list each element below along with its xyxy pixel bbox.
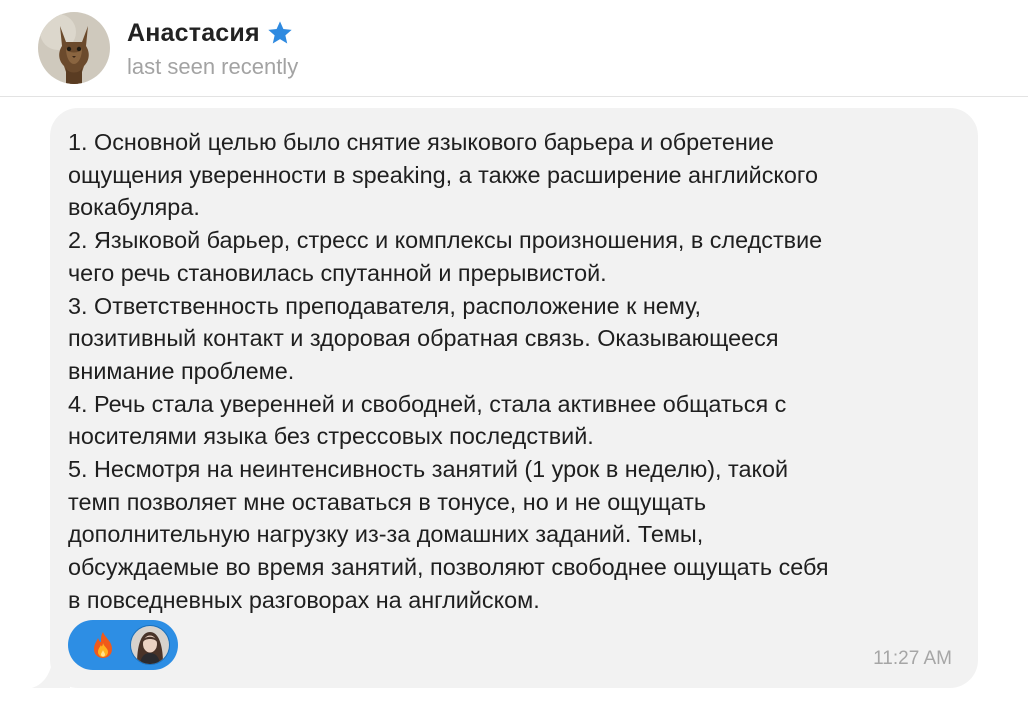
star-icon bbox=[268, 21, 292, 44]
contact-avatar[interactable] bbox=[38, 12, 110, 84]
user-avatar-icon bbox=[130, 625, 170, 665]
cat-avatar-icon bbox=[38, 12, 110, 84]
reaction-pill[interactable] bbox=[68, 620, 178, 670]
fire-icon bbox=[88, 630, 118, 660]
last-seen-status: last seen recently bbox=[127, 54, 299, 79]
contact-name[interactable]: Анастасия bbox=[127, 19, 260, 48]
message-text: 1. Основной целью было снятие языкового … bbox=[68, 129, 829, 613]
message-bubble[interactable]: 1. Основной целью было снятие языкового … bbox=[50, 108, 978, 688]
chat-header: Анастасия last seen recently bbox=[0, 0, 1028, 97]
message-time: 11:27 AM bbox=[873, 648, 952, 669]
